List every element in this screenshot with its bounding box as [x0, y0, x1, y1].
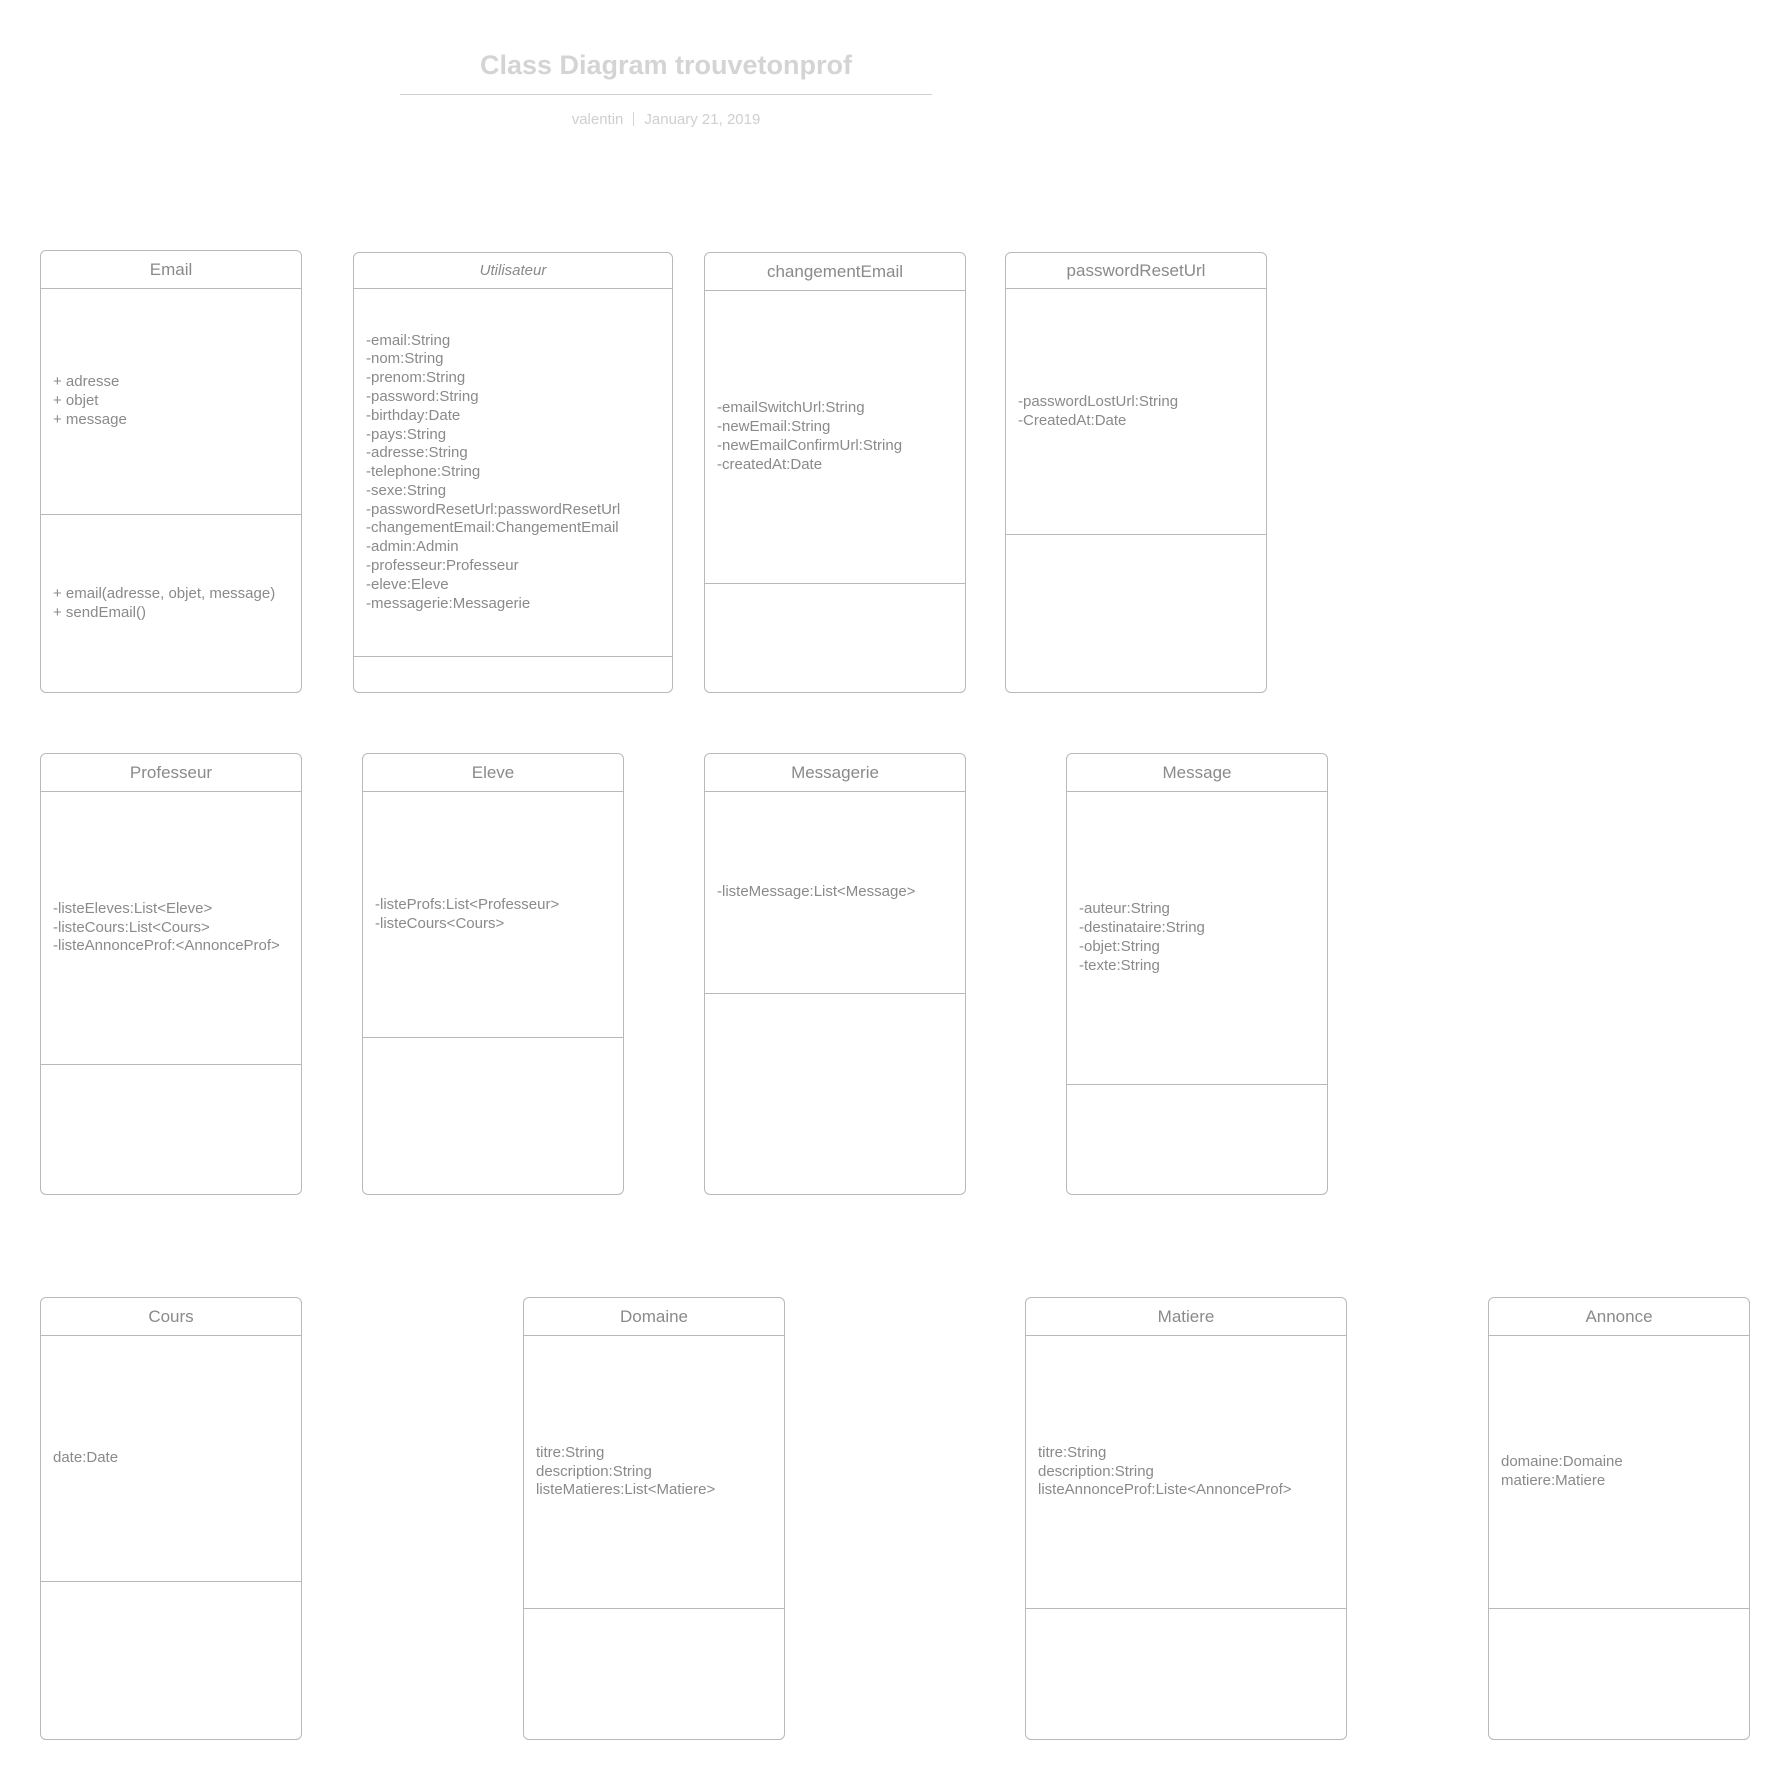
class-name: Professeur	[41, 754, 301, 792]
meta-separator	[633, 112, 635, 126]
title-divider	[400, 94, 932, 95]
class-box-annonce[interactable]: Annonce domaine:Domaine matiere:Matiere	[1488, 1297, 1750, 1740]
class-name: passwordResetUrl	[1006, 253, 1266, 289]
attribute-line: -newEmailConfirmUrl:String	[717, 437, 903, 454]
attributes-compartment: + adresse + objet + message	[41, 289, 301, 515]
method-line: + sendEmail()	[53, 603, 146, 621]
class-name: Matiere	[1026, 1298, 1346, 1336]
attribute-line: listeAnnonceProf:Liste<AnnonceProf>	[1038, 1481, 1292, 1499]
attribute-line: description:String	[1038, 1462, 1154, 1480]
class-name: Messagerie	[705, 754, 965, 792]
attribute-line: -birthday:Date	[366, 406, 461, 424]
attribute-line: -texte:String	[1079, 956, 1160, 974]
class-name: Email	[41, 251, 301, 289]
attribute-line: -createdAt:Date	[717, 455, 823, 473]
attribute-line: -listeAnnonceProf:<AnnonceProf>	[53, 937, 280, 955]
class-box-messagerie[interactable]: Messagerie -listeMessage:List<Message>	[704, 753, 966, 1195]
attributes-compartment: -listeMessage:List<Message>	[705, 792, 965, 994]
class-box-message[interactable]: Message -auteur:String -destinataire:Strin…	[1066, 753, 1328, 1195]
method-line: + email(adresse, objet, message)	[53, 584, 276, 602]
attribute-line: domaine:Domaine	[1501, 1453, 1623, 1471]
class-name: changementEmail	[705, 253, 965, 291]
attributes-compartment: -email:String -nom:String -prenom:String -p…	[354, 289, 672, 657]
class-name: Utilisateur	[354, 253, 672, 289]
attribute-line: -listeProfs:List<Professeur>	[375, 895, 560, 913]
attributes-compartment: -listeProfs:List<Professeur> -listeCours<…	[363, 792, 623, 1038]
class-box-professeur[interactable]: Professeur -listeEleves:List<Eleve> -liste…	[40, 753, 302, 1195]
attribute-line: date:Date	[53, 1449, 119, 1467]
methods-compartment	[524, 1609, 784, 1739]
attribute-line: -admin:Admin	[366, 538, 459, 556]
methods-compartment: + email(adresse, objet, message) + sendEm…	[41, 515, 301, 692]
attribute-line: + adresse	[53, 373, 120, 391]
attribute-line: -eleve:Eleve	[366, 575, 449, 593]
methods-compartment	[41, 1065, 301, 1194]
methods-compartment	[1026, 1609, 1346, 1739]
attribute-line: -objet:String	[1079, 938, 1160, 955]
attribute-line: titre:String	[536, 1443, 605, 1461]
attribute-line: -emailSwitchUrl:String	[717, 399, 865, 417]
attribute-line: titre:String	[1038, 1443, 1107, 1461]
attribute-line: -pays:String	[366, 425, 447, 443]
methods-compartment	[1489, 1609, 1749, 1739]
attribute-line: -CreatedAt:Date	[1018, 411, 1127, 429]
attributes-compartment: -auteur:String -destinataire:String -objet…	[1067, 792, 1327, 1085]
attribute-line: -destinataire:String	[1079, 919, 1205, 937]
class-box-utilisateur[interactable]: Utilisateur -email:String -nom:String -pren…	[353, 252, 673, 693]
attribute-line: -adresse:String	[366, 444, 468, 462]
class-box-matiere[interactable]: Matiere titre:String description:String lis…	[1025, 1297, 1347, 1740]
attribute-line: -listeMessage:List<Message>	[717, 883, 916, 901]
attribute-line: listeMatieres:List<Matiere>	[536, 1481, 716, 1499]
attribute-line: -passwordLostUrl:String	[1018, 392, 1179, 410]
class-box-domaine[interactable]: Domaine titre:String description:String lis…	[523, 1297, 785, 1740]
class-name: Domaine	[524, 1298, 784, 1336]
attribute-line: -newEmail:String	[717, 418, 831, 436]
attribute-line: -messagerie:Messagerie	[366, 594, 531, 612]
attribute-line: -professeur:Professeur	[366, 557, 519, 575]
attribute-line: + message	[53, 410, 127, 428]
diagram-title: Class Diagram trouvetonprof	[479, 50, 853, 80]
attribute-line: description:String	[536, 1462, 652, 1480]
class-box-password-reset-url[interactable]: passwordResetUrl -passwordLostUrl:String -…	[1005, 252, 1267, 693]
diagram-meta: valentin January 21, 2019	[400, 111, 932, 128]
methods-compartment	[354, 657, 672, 692]
attribute-line: -listeCours:List<Cours>	[53, 918, 210, 936]
class-name: Annonce	[1489, 1298, 1749, 1336]
attribute-line: -listeEleves:List<Eleve>	[53, 899, 213, 917]
attribute-line: -changementEmail:ChangementEmail	[366, 519, 619, 537]
attribute-line: -password:String	[366, 387, 479, 405]
attribute-line: -auteur:String	[1079, 900, 1170, 918]
class-box-cours[interactable]: Cours date:Date	[40, 1297, 302, 1740]
attributes-compartment: date:Date	[41, 1336, 301, 1582]
attributes-compartment: -emailSwitchUrl:String -newEmail:String -n…	[705, 291, 965, 584]
attributes-compartment: titre:String description:String listeAnnon…	[1026, 1336, 1346, 1609]
class-box-changement-email[interactable]: changementEmail -emailSwitchUrl:String -ne…	[704, 252, 966, 693]
attribute-line: -listeCours<Cours>	[375, 914, 505, 932]
attribute-line: matiere:Matiere	[1501, 1472, 1606, 1489]
attribute-line: -email:String	[366, 331, 451, 349]
class-box-eleve[interactable]: Eleve -listeProfs:List<Professeur> -listeC…	[362, 753, 624, 1195]
methods-compartment	[705, 584, 965, 692]
class-name: Cours	[41, 1298, 301, 1336]
class-name: Eleve	[363, 754, 623, 792]
attribute-line: + objet	[53, 392, 99, 410]
methods-compartment	[1067, 1085, 1327, 1194]
methods-compartment	[41, 1582, 301, 1739]
attributes-compartment: titre:String description:String listeMatie…	[524, 1336, 784, 1609]
class-box-email[interactable]: Email + adresse + objet + message + email(ad…	[40, 250, 302, 693]
attribute-line: -prenom:String	[366, 369, 466, 387]
attribute-line: -sexe:String	[366, 481, 447, 499]
author-label: valentin	[571, 111, 624, 128]
methods-compartment	[705, 994, 965, 1194]
date-label: January 21, 2019	[644, 111, 761, 128]
attribute-line: -telephone:String	[366, 463, 481, 481]
methods-compartment	[363, 1038, 623, 1194]
class-name: Message	[1067, 754, 1327, 792]
attributes-compartment: domaine:Domaine matiere:Matiere	[1489, 1336, 1749, 1609]
attributes-compartment: -listeEleves:List<Eleve> -listeCours:List…	[41, 792, 301, 1065]
attribute-line: -passwordResetUrl:passwordResetUrl	[366, 500, 621, 518]
methods-compartment	[1006, 535, 1266, 692]
attribute-line: -nom:String	[366, 350, 444, 368]
attributes-compartment: -passwordLostUrl:String -CreatedAt:Date	[1006, 289, 1266, 535]
